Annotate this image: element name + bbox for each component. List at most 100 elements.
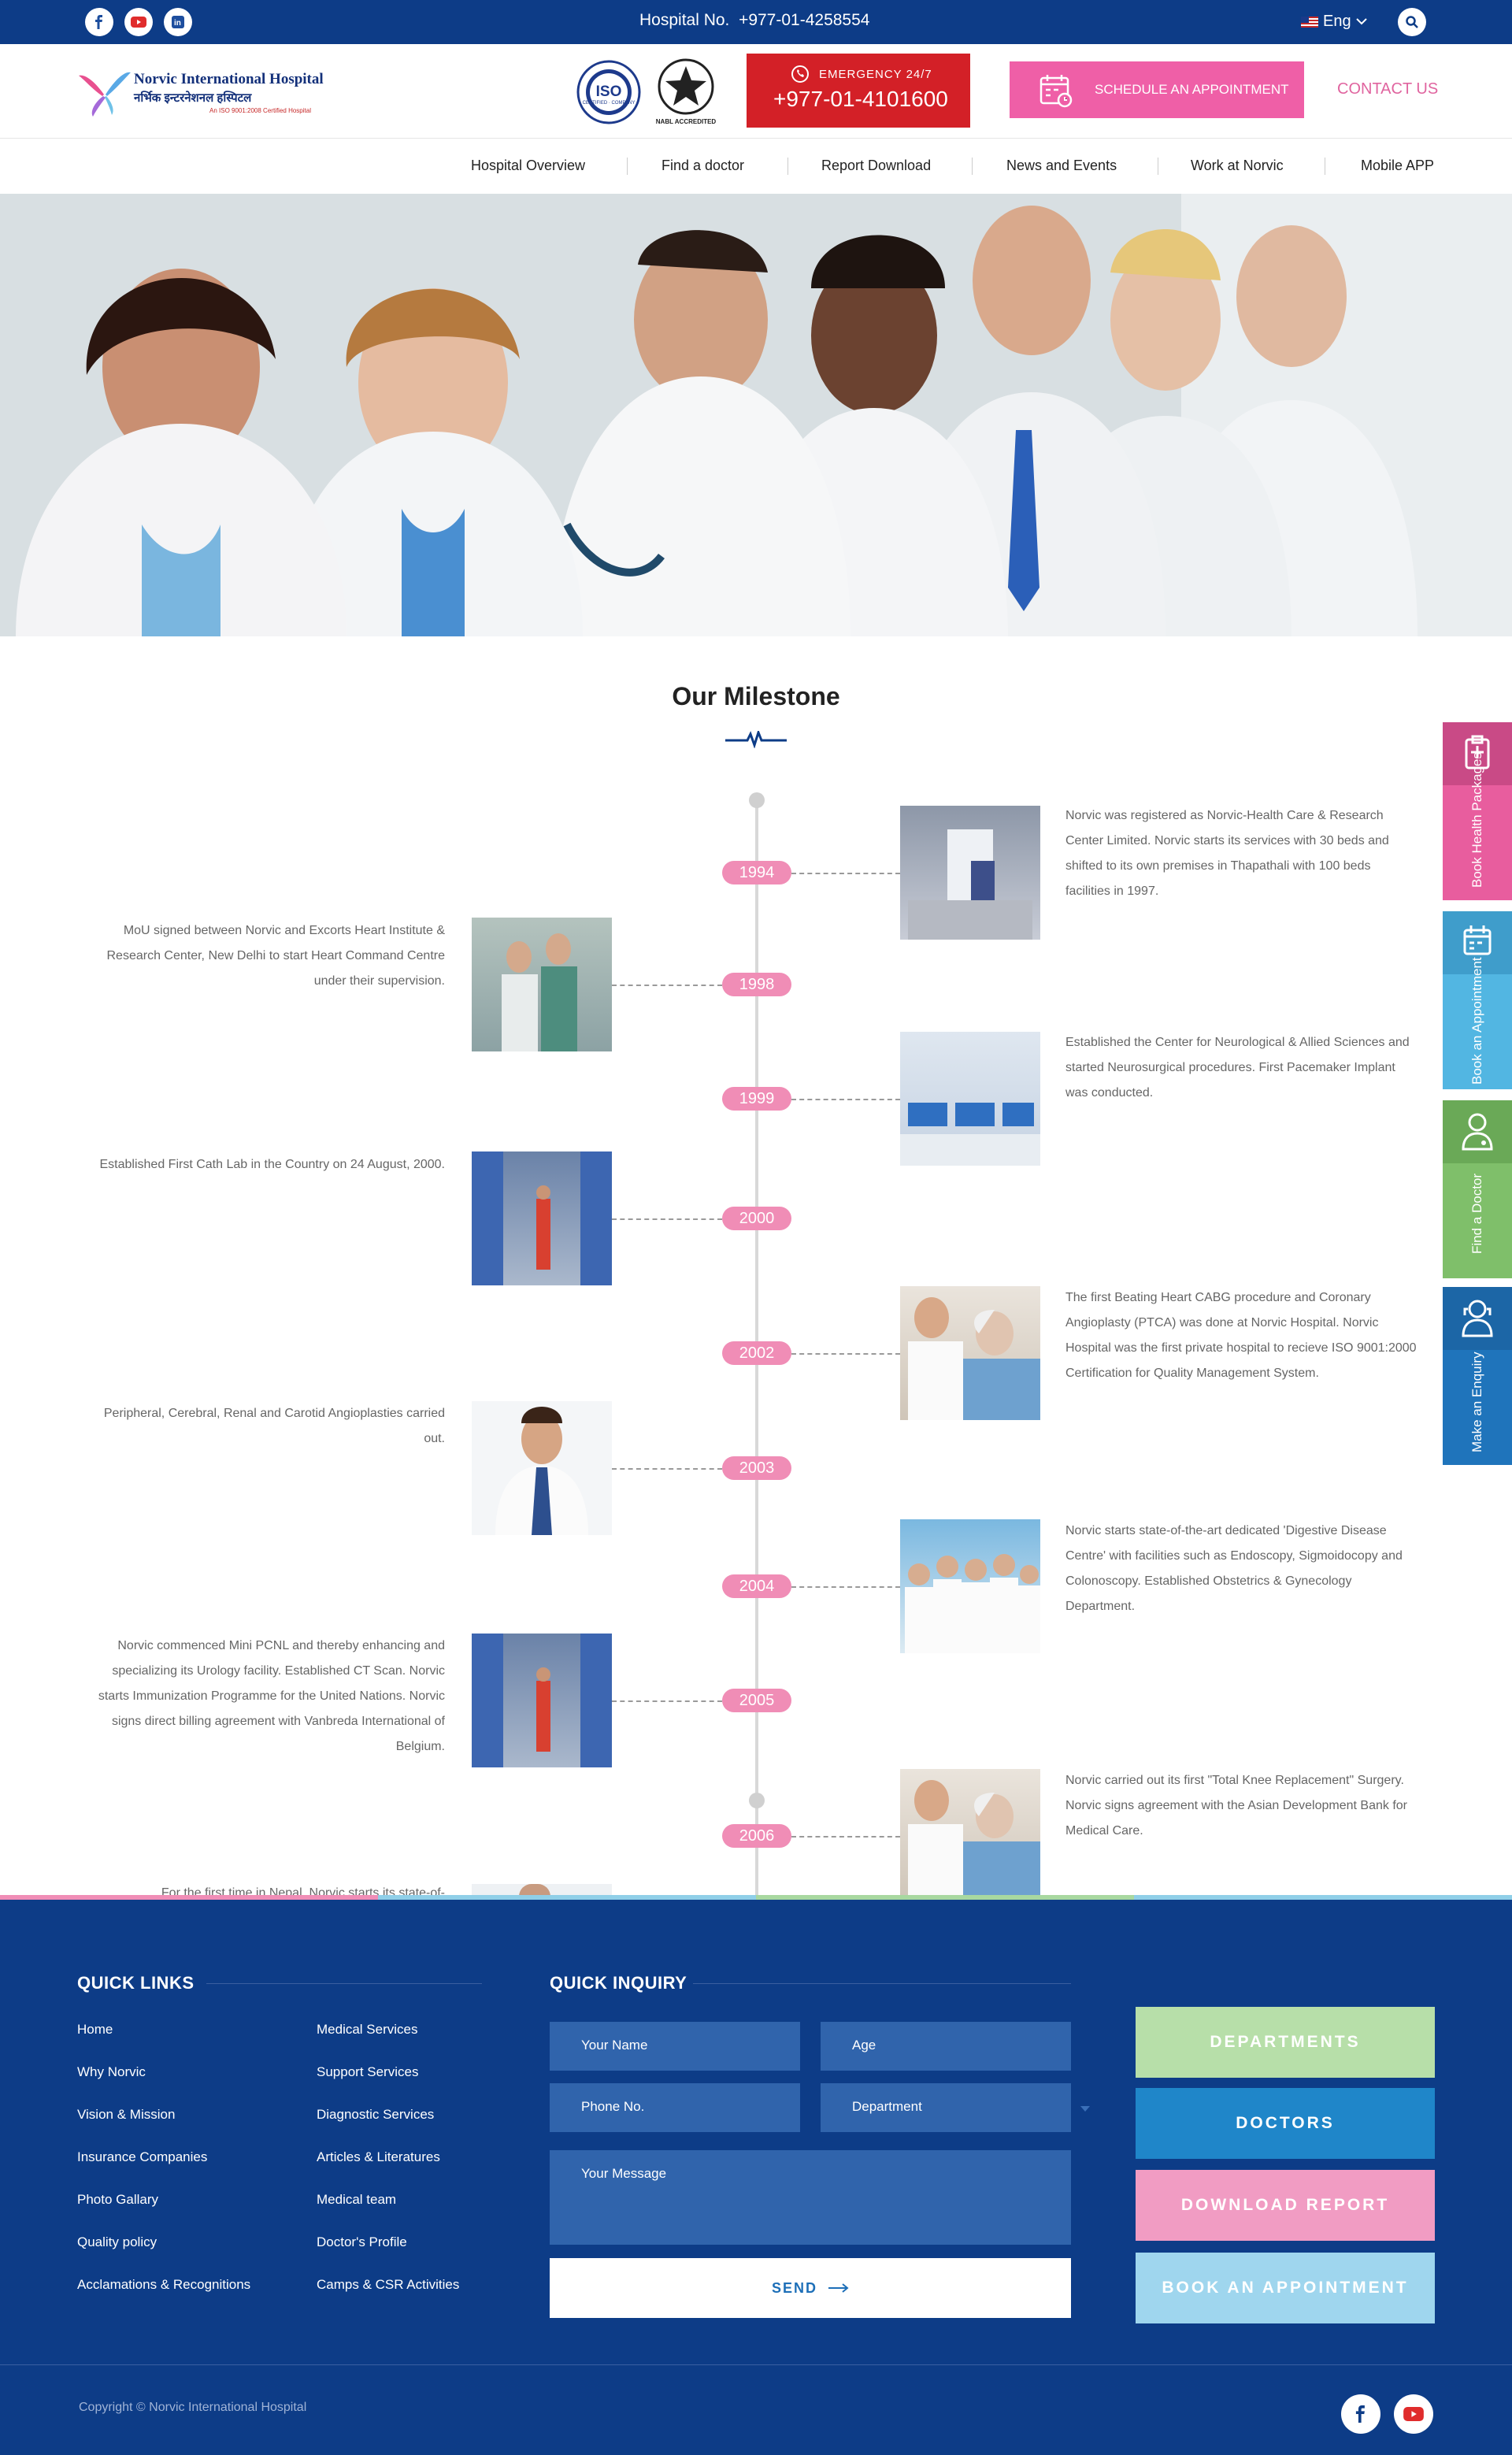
- hospital-number: Hospital No. +977-01-4258554: [639, 11, 870, 29]
- footer-link-camps-csr[interactable]: Camps & CSR Activities: [317, 2277, 459, 2293]
- message-textarea[interactable]: Your Message: [550, 2150, 1071, 2245]
- milestone-text-2006: Norvic carried out its first "Total Knee…: [1065, 1774, 1407, 1838]
- nav-news-events[interactable]: News and Events: [1006, 158, 1117, 174]
- svg-text:in: in: [174, 19, 181, 28]
- hero-banner: [0, 194, 1512, 636]
- milestone-photo-hallway: [472, 1634, 612, 1767]
- milestone-photo-hospital-corridor: [900, 806, 1040, 940]
- enquiry-icon: [1443, 1287, 1512, 1350]
- footer-link-doctors-profile[interactable]: Doctor's Profile: [317, 2234, 407, 2250]
- doctors-team-photo: [0, 194, 1512, 636]
- timeline-connector: [791, 1836, 900, 1838]
- arrow-right-icon: [828, 2283, 849, 2293]
- quick-links-heading: QUICK LINKS: [77, 1973, 195, 1993]
- year-badge-1994: 1994: [722, 861, 791, 884]
- year-badge-1999: 1999: [722, 1087, 791, 1111]
- department-select[interactable]: Department: [821, 2083, 1071, 2132]
- footer-link-quality-policy[interactable]: Quality policy: [77, 2234, 157, 2250]
- butterfly-logo-icon: [79, 72, 131, 117]
- year-badge-2000: 2000: [722, 1207, 791, 1230]
- year-badge-2004: 2004: [722, 1574, 791, 1598]
- phone-input[interactable]: Phone No.: [550, 2083, 800, 2132]
- year-badge-2005: 2005: [722, 1689, 791, 1712]
- milestone-text-2003: Peripheral, Cerebral, Renal and Carotid …: [103, 1407, 445, 1445]
- nav-work-at-norvic[interactable]: Work at Norvic: [1191, 158, 1284, 174]
- side-tab-book-health-packages[interactable]: Book Health Packages: [1443, 722, 1512, 900]
- year-badge-1998: 1998: [722, 973, 791, 996]
- year-badge-2003: 2003: [722, 1456, 791, 1480]
- timeline-connector: [791, 1353, 900, 1355]
- footer-link-articles[interactable]: Articles & Literatures: [317, 2149, 440, 2165]
- main-nav: Hospital Overview Find a doctor Report D…: [0, 139, 1512, 194]
- language-selector[interactable]: Eng: [1301, 13, 1367, 31]
- search-icon[interactable]: [1398, 8, 1426, 36]
- iso-badge: ISO CERTIFIED · COMPANY: [576, 57, 641, 128]
- nav-report-download[interactable]: Report Download: [821, 158, 931, 174]
- footer-link-medical-team[interactable]: Medical team: [317, 2192, 396, 2208]
- timeline-connector: [612, 985, 722, 986]
- timeline-connector: [612, 1468, 722, 1470]
- nabl-badge: NABL ACCREDITED: [654, 57, 718, 128]
- footer-link-why-norvic[interactable]: Why Norvic: [77, 2064, 146, 2080]
- youtube-icon[interactable]: [1394, 2394, 1433, 2434]
- footer-link-acclamations[interactable]: Acclamations & Recognitions: [77, 2277, 250, 2293]
- phone-icon: [791, 65, 809, 83]
- side-tab-book-appointment[interactable]: Book an Appointment: [1443, 911, 1512, 1089]
- footer-link-medical-services[interactable]: Medical Services: [317, 2022, 418, 2038]
- side-tab-find-doctor[interactable]: Find a Doctor: [1443, 1100, 1512, 1278]
- footer-link-photo-gallery[interactable]: Photo Gallary: [77, 2192, 158, 2208]
- timeline-connector: [791, 1586, 900, 1588]
- milestone-photo-doctor: [472, 1401, 612, 1535]
- milestone-photo-ward-beds: [900, 1032, 1040, 1166]
- nav-separator: [627, 158, 628, 175]
- age-input[interactable]: Age: [821, 2022, 1071, 2071]
- milestone-photo-doctors-group: [900, 1519, 1040, 1653]
- footer-link-insurance[interactable]: Insurance Companies: [77, 2149, 207, 2165]
- milestone-text-1998: MoU signed between Norvic and Excorts He…: [106, 924, 445, 988]
- name-input[interactable]: Your Name: [550, 2022, 800, 2071]
- calendar-icon: [1040, 75, 1073, 108]
- timeline-connector: [791, 1099, 900, 1100]
- quick-inquiry-heading: QUICK INQUIRY: [550, 1973, 687, 1993]
- footer-link-home[interactable]: Home: [77, 2022, 113, 2038]
- linkedin-icon[interactable]: in: [164, 8, 192, 36]
- copyright: Copyright © Norvic International Hospita…: [79, 2401, 307, 2414]
- heartbeat-icon: [725, 731, 787, 748]
- milestone-photo-hallway: [472, 1151, 612, 1285]
- milestone-text-2004: Norvic starts state-of-the-art dedicated…: [1065, 1524, 1403, 1613]
- side-tab-make-enquiry[interactable]: Make an Enquiry: [1443, 1287, 1512, 1465]
- logo-name: Norvic International Hospital: [134, 71, 324, 87]
- milestone-photo-nurse-patient: [900, 1286, 1040, 1420]
- hospital-logo[interactable]: Norvic International Hospital नर्भिक इन्…: [77, 63, 329, 118]
- download-report-button[interactable]: DOWNLOAD REPORT: [1136, 2170, 1435, 2241]
- nav-separator: [972, 158, 973, 175]
- footer-link-support-services[interactable]: Support Services: [317, 2064, 418, 2080]
- nav-mobile-app[interactable]: Mobile APP: [1361, 158, 1434, 174]
- milestone-text-2005: Norvic commenced Mini PCNL and thereby e…: [98, 1639, 445, 1753]
- schedule-appointment-button[interactable]: SCHEDULE AN APPOINTMENT: [1010, 61, 1304, 118]
- footer-link-vision-mission[interactable]: Vision & Mission: [77, 2107, 175, 2123]
- book-appointment-button[interactable]: BOOK AN APPOINTMENT: [1136, 2253, 1435, 2323]
- year-badge-2006: 2006: [722, 1824, 791, 1848]
- timeline-connector: [791, 873, 900, 874]
- contact-us-link[interactable]: CONTACT US: [1337, 80, 1438, 98]
- milestone-text-2002: The first Beating Heart CABG procedure a…: [1065, 1291, 1417, 1380]
- timeline-connector: [612, 1700, 722, 1702]
- milestone-text-2000: Established First Cath Lab in the Countr…: [99, 1158, 446, 1171]
- divider: [206, 1983, 482, 1984]
- logo-certification: An ISO 9001:2008 Certified Hospital: [209, 107, 311, 114]
- footer-link-diagnostic-services[interactable]: Diagnostic Services: [317, 2107, 434, 2123]
- youtube-icon[interactable]: [124, 8, 153, 36]
- nav-find-doctor[interactable]: Find a doctor: [662, 158, 744, 174]
- send-button[interactable]: SEND: [550, 2258, 1071, 2318]
- facebook-icon[interactable]: [85, 8, 113, 36]
- timeline-dot: [749, 1793, 765, 1808]
- milestone-text-1999: Established the Center for Neurological …: [1065, 1036, 1410, 1100]
- doctors-button[interactable]: DOCTORS: [1136, 2088, 1435, 2159]
- departments-button[interactable]: DEPARTMENTS: [1136, 2007, 1435, 2078]
- doctor-icon: [1443, 1100, 1512, 1163]
- emergency-hotline[interactable]: EMERGENCY 24/7 +977-01-4101600: [747, 54, 970, 128]
- timeline-connector: [612, 1218, 722, 1220]
- facebook-icon[interactable]: [1341, 2394, 1380, 2434]
- nav-hospital-overview[interactable]: Hospital Overview: [471, 158, 585, 174]
